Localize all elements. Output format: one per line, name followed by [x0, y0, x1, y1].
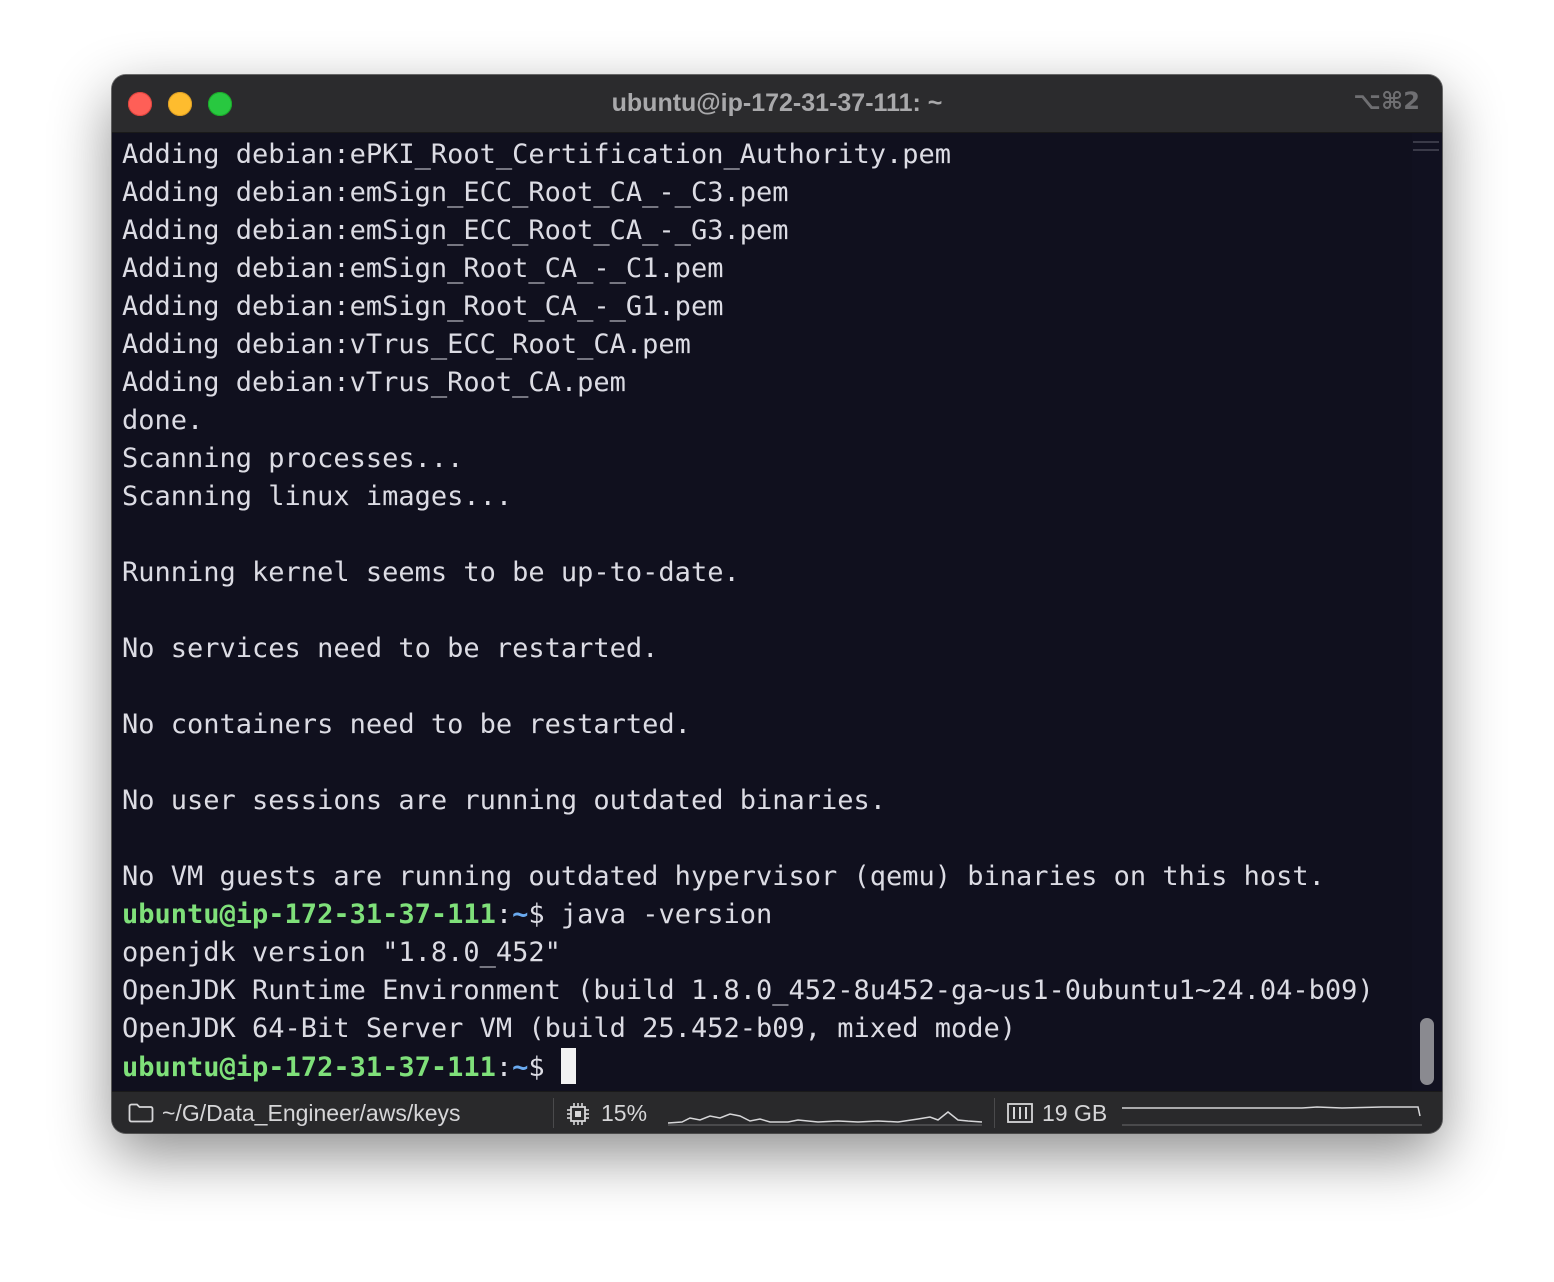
terminal-output[interactable]: Adding debian:ePKI_Root_Certification_Au… [122, 136, 1412, 1089]
prompt-colon: : [495, 899, 513, 930]
terminal-line: Adding debian:vTrus_ECC_Root_CA.pem [122, 329, 691, 360]
active-prompt-line[interactable]: ubuntu@ip-172-31-37-111:~$ [122, 1048, 1412, 1086]
status-divider [994, 1098, 995, 1128]
text-cursor[interactable] [560, 1048, 576, 1084]
cpu-usage[interactable]: 15% [601, 1092, 647, 1133]
folder-icon [128, 1103, 154, 1123]
terminal-line: No services need to be restarted. [122, 633, 659, 664]
memory-sparkline [1122, 1104, 1422, 1126]
terminal-line: openjdk version "1.8.0_452" [122, 937, 561, 968]
terminal-line: Adding debian:emSign_Root_CA_-_C1.pem [122, 253, 724, 284]
scrollbar-thumb[interactable] [1420, 1018, 1434, 1085]
terminal-line: Scanning linux images... [122, 481, 513, 512]
terminal-line: Adding debian:emSign_Root_CA_-_G1.pem [122, 291, 724, 322]
prompt-user: ubuntu@ip-172-31-37-111 [122, 1052, 496, 1083]
terminal-window: ubuntu@ip-172-31-37-111: ~ ⌥⌘2 Adding de… [112, 75, 1442, 1133]
terminal-line: Scanning processes... [122, 443, 464, 474]
cpu-sparkline [668, 1104, 982, 1126]
terminal-line: No containers need to be restarted. [122, 709, 691, 740]
terminal-line: Adding debian:ePKI_Root_Certification_Au… [122, 139, 952, 170]
terminal-line: done. [122, 405, 204, 436]
title-bar[interactable]: ubuntu@ip-172-31-37-111: ~ ⌥⌘2 [112, 75, 1442, 133]
terminal-line: OpenJDK Runtime Environment (build 1.8.0… [122, 975, 1374, 1006]
tab-shortcut: ⌥⌘2 [1353, 87, 1420, 115]
prompt-dollar: $ [528, 1052, 545, 1083]
prompt-path: ~ [512, 1052, 529, 1083]
status-divider [553, 1098, 554, 1128]
terminal-line: No user sessions are running outdated bi… [122, 785, 887, 816]
prompt-path: ~ [512, 899, 529, 930]
prompt-user: ubuntu@ip-172-31-37-111 [122, 899, 496, 930]
status-bar: ~/G/Data_Engineer/aws/keys 15% 19 GB [112, 1091, 1442, 1133]
split-handle-icon[interactable] [1413, 141, 1439, 151]
scrollbar-track[interactable] [1412, 133, 1442, 1091]
prompt-line: ubuntu@ip-172-31-37-111:~$ java -version [122, 896, 1412, 934]
terminal-line: OpenJDK 64-Bit Server VM (build 25.452-b… [122, 1013, 1017, 1044]
current-directory[interactable]: ~/G/Data_Engineer/aws/keys [162, 1092, 461, 1133]
prompt-dollar: $ [528, 899, 545, 930]
terminal-line: No VM guests are running outdated hyperv… [122, 861, 1325, 892]
cpu-icon [566, 1102, 590, 1126]
terminal-line: Running kernel seems to be up-to-date. [122, 557, 740, 588]
memory-icon [1007, 1103, 1033, 1123]
prompt-colon: : [495, 1052, 513, 1083]
terminal-line: Adding debian:emSign_ECC_Root_CA_-_C3.pe… [122, 177, 789, 208]
memory-usage[interactable]: 19 GB [1042, 1092, 1107, 1133]
terminal-line: Adding debian:vTrus_Root_CA.pem [122, 367, 626, 398]
window-title: ubuntu@ip-172-31-37-111: ~ [611, 89, 943, 117]
command-text: java -version [544, 899, 773, 930]
terminal-line: Adding debian:emSign_ECC_Root_CA_-_G3.pe… [122, 215, 789, 246]
